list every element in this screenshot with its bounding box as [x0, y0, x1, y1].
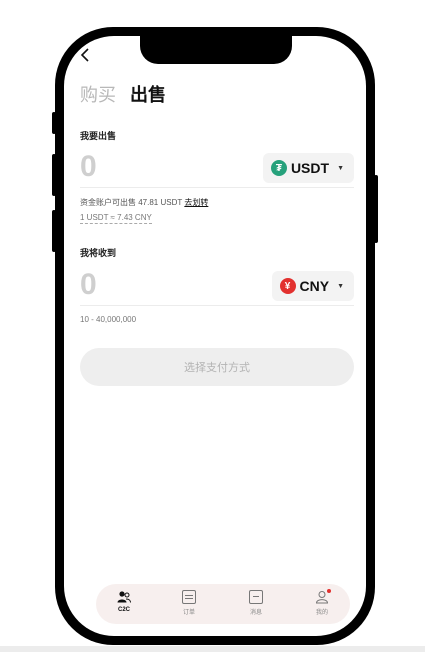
available-text: 资金账户可出售 47.81 USDT: [80, 198, 183, 207]
receive-label: 我将收到: [80, 248, 117, 258]
nav-label-messages: 消息: [249, 610, 262, 616]
sell-label: 我要出售: [80, 131, 117, 141]
nav-item-profile[interactable]: 我的: [302, 589, 342, 616]
message-icon: [249, 590, 263, 604]
nav-label-c2c: C2C: [117, 607, 130, 613]
profile-icon: [315, 589, 331, 604]
divider: [80, 187, 354, 188]
nav-item-messages[interactable]: 消息: [236, 590, 276, 616]
users-icon: [117, 591, 131, 603]
app-screen: 购买 出售 我要出售 0 ₮ USDT ▼ 资金账户可出售 47.81 USDT…: [64, 36, 366, 636]
phone-frame: 购买 出售 我要出售 0 ₮ USDT ▼ 资金账户可出售 47.81 USDT…: [55, 27, 375, 645]
select-payment-method-button[interactable]: 选择支付方式: [80, 348, 354, 386]
orders-icon: [182, 590, 196, 604]
sell-currency-code: USDT: [290, 160, 330, 176]
nav-label-profile: 我的: [315, 610, 328, 616]
tether-icon: ₮: [270, 160, 287, 176]
tab-buy[interactable]: 购买: [80, 84, 116, 106]
receive-currency-code: CNY: [299, 278, 330, 294]
bottom-nav: C2C 订单 消息 我的: [96, 584, 350, 624]
amount-range: 10 - 40,000,000: [80, 315, 137, 324]
sell-currency-select[interactable]: ₮ USDT ▼: [262, 153, 354, 183]
chevron-left-icon[interactable]: [80, 48, 90, 66]
notch: [140, 36, 292, 64]
nav-item-c2c[interactable]: C2C: [104, 590, 144, 613]
nav-item-orders[interactable]: 订单: [169, 590, 209, 616]
sell-amount-input[interactable]: 0: [80, 151, 97, 183]
transfer-link[interactable]: 去划转: [184, 198, 208, 207]
exchange-rate: 1 USDT ≈ 7.43 CNY: [80, 213, 152, 224]
bottom-strip: [0, 646, 425, 652]
caret-down-icon: ▼: [337, 164, 344, 172]
receive-amount-input[interactable]: 0: [80, 269, 97, 301]
notification-dot: [327, 589, 331, 593]
yuan-icon: ¥: [279, 278, 296, 294]
divider: [80, 305, 354, 306]
caret-down-icon: ▼: [337, 282, 344, 290]
available-balance: 资金账户可出售 47.81 USDT 去划转: [80, 197, 208, 208]
tab-sell[interactable]: 出售: [130, 84, 166, 106]
nav-label-orders: 订单: [182, 610, 195, 616]
receive-currency-select[interactable]: ¥ CNY ▼: [271, 271, 354, 301]
